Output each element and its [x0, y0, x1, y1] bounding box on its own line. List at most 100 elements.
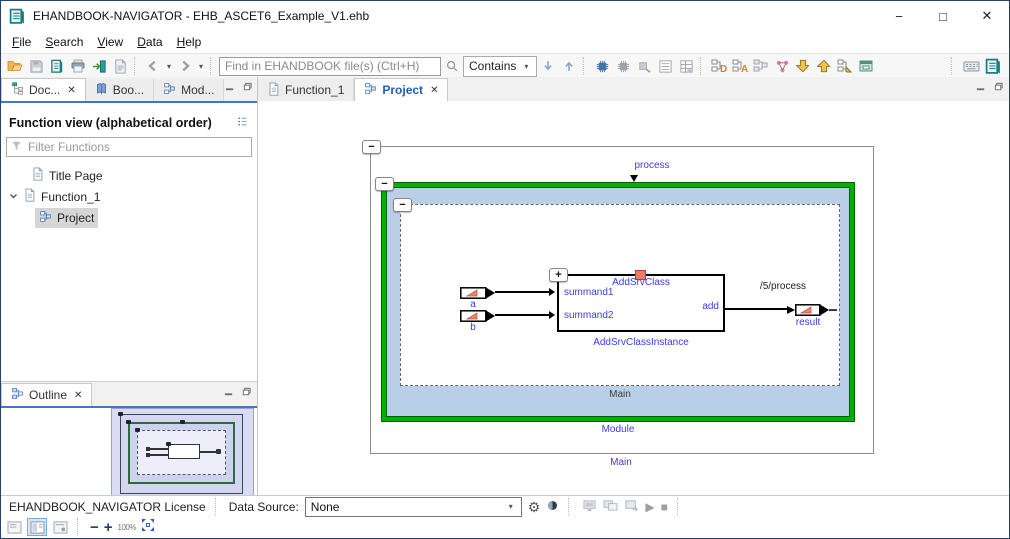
collapse-button[interactable]: −	[375, 177, 394, 191]
handbook-icon[interactable]	[47, 56, 67, 76]
maximize-view-icon[interactable]	[242, 79, 253, 97]
hide-decorations-icon[interactable]	[751, 56, 771, 76]
outline-thumbnail[interactable]	[111, 408, 254, 496]
collapse-model-icon[interactable]	[613, 56, 633, 76]
tab-models[interactable]: Mod...	[154, 79, 225, 101]
book-icon	[95, 82, 108, 98]
zoom-out-button[interactable]: −	[90, 520, 99, 535]
back-icon[interactable]	[143, 56, 163, 76]
tab-outline[interactable]: Outline ✕	[1, 383, 93, 406]
menu-data[interactable]: Data	[130, 33, 169, 51]
tab-label: Doc...	[29, 83, 61, 97]
measure-windows-icon[interactable]	[603, 499, 618, 515]
layout-view-1-icon[interactable]	[5, 519, 23, 535]
root-main-label: Main	[610, 457, 632, 468]
layout-view-3-icon[interactable]	[51, 519, 69, 535]
contrast-icon[interactable]	[546, 499, 559, 515]
find-input[interactable]	[219, 56, 441, 76]
wire-a	[495, 291, 549, 293]
measure-config-icon[interactable]	[582, 499, 597, 515]
view-menu-icon[interactable]	[236, 115, 249, 131]
tab-documents[interactable]: Doc... ✕	[1, 78, 86, 101]
menu-file[interactable]: File	[5, 33, 38, 51]
main-toolbar: ▾ ▾ Contains ▾ D A	[1, 53, 1009, 79]
tab-project[interactable]: Project ✕	[354, 78, 449, 101]
process-label: process	[634, 160, 670, 171]
document-tree-icon	[11, 82, 24, 98]
minimize-view-icon[interactable]	[975, 79, 986, 97]
forward-icon[interactable]	[175, 56, 195, 76]
data-source-dropdown[interactable]: None ▾	[304, 496, 522, 517]
search-next-icon[interactable]	[538, 56, 558, 76]
open-window-icon[interactable]	[856, 56, 876, 76]
tab-function-1[interactable]: Function_1	[258, 79, 355, 101]
close-icon[interactable]: ✕	[74, 390, 82, 401]
wire-a-arrowhead	[549, 288, 555, 296]
forward-history-caret-icon[interactable]: ▾	[196, 62, 206, 71]
show-annotations-icon[interactable]: A	[730, 56, 750, 76]
table-view-icon[interactable]	[676, 56, 696, 76]
data-source-settings-icon[interactable]: ⚙	[528, 500, 541, 514]
measure-export-icon[interactable]	[624, 499, 639, 515]
collapse-button[interactable]: −	[393, 198, 412, 212]
tab-label: Mod...	[181, 83, 215, 97]
collapse-button[interactable]: −	[362, 140, 381, 154]
diagram-canvas[interactable]: − process − − Main Module Main + AddSrvC…	[258, 101, 1009, 496]
maximize-view-icon[interactable]	[241, 384, 252, 402]
expand-button[interactable]: +	[549, 268, 568, 282]
status-separator	[676, 497, 682, 516]
open-folder-icon[interactable]	[5, 56, 25, 76]
close-icon[interactable]: ✕	[67, 85, 75, 96]
search-icon[interactable]	[442, 56, 462, 76]
filter-functions-input[interactable]	[26, 139, 247, 155]
export-icon[interactable]	[89, 56, 109, 76]
tree-item-function-1[interactable]: Function_1	[1, 186, 257, 207]
close-button[interactable]: ✕	[965, 1, 1009, 31]
tab-bookmarks[interactable]: Boo...	[85, 79, 155, 101]
close-icon[interactable]: ✕	[430, 85, 438, 96]
match-mode-dropdown[interactable]: Contains ▾	[463, 55, 538, 77]
print-icon[interactable]	[68, 56, 88, 76]
navigate-up-icon[interactable]	[814, 56, 834, 76]
navigate-down-icon[interactable]	[793, 56, 813, 76]
chevron-expanded-icon[interactable]	[9, 190, 18, 204]
tree-item-project[interactable]: Project	[1, 207, 257, 228]
menu-view[interactable]: View	[90, 33, 130, 51]
trace-connections-icon[interactable]	[772, 56, 792, 76]
tab-label: Outline	[29, 388, 68, 402]
minimize-view-icon[interactable]	[223, 384, 234, 402]
project-diagram-icon	[364, 82, 377, 98]
maximize-view-icon[interactable]	[993, 79, 1004, 97]
back-history-caret-icon[interactable]: ▾	[164, 62, 174, 71]
maximize-button[interactable]: □	[921, 1, 965, 31]
search-prev-icon[interactable]	[559, 56, 579, 76]
goto-definition-icon[interactable]	[835, 56, 855, 76]
pdf-export-icon[interactable]	[110, 56, 130, 76]
keyboard-shortcuts-icon[interactable]	[961, 56, 981, 76]
tree-item-label: Project	[57, 210, 95, 225]
list-view-icon[interactable]	[655, 56, 675, 76]
show-data-labels-icon[interactable]: D	[709, 56, 729, 76]
wire-result	[725, 308, 788, 310]
ehandbook-logo-icon[interactable]	[983, 56, 1003, 76]
start-measurement-icon[interactable]: ▶	[645, 500, 654, 514]
zoom-reset-button[interactable]: 100%	[118, 523, 137, 532]
function-view: Function view (alphabetical order) Title…	[1, 103, 257, 228]
save-icon[interactable]	[26, 56, 46, 76]
expand-model-icon[interactable]	[592, 56, 612, 76]
minimize-view-icon[interactable]	[224, 79, 235, 97]
layout-view-2-icon[interactable]	[27, 518, 47, 536]
stop-measurement-icon[interactable]: ■	[661, 500, 668, 514]
model-settings-icon[interactable]	[634, 56, 654, 76]
inner-main-label: Main	[609, 389, 631, 400]
menu-help[interactable]: Help	[170, 33, 209, 51]
block-output-label: add	[702, 301, 719, 312]
menu-bar: File Search View Data Help	[1, 31, 1009, 53]
selected-tree-item[interactable]: Project	[35, 207, 99, 228]
minimize-button[interactable]: −	[877, 1, 921, 31]
menu-search[interactable]: Search	[38, 33, 90, 51]
fit-to-screen-icon[interactable]	[141, 518, 155, 537]
zoom-in-button[interactable]: +	[104, 520, 113, 535]
tree-item-title-page[interactable]: Title Page	[1, 165, 257, 186]
outline-diagram-icon	[11, 387, 24, 403]
